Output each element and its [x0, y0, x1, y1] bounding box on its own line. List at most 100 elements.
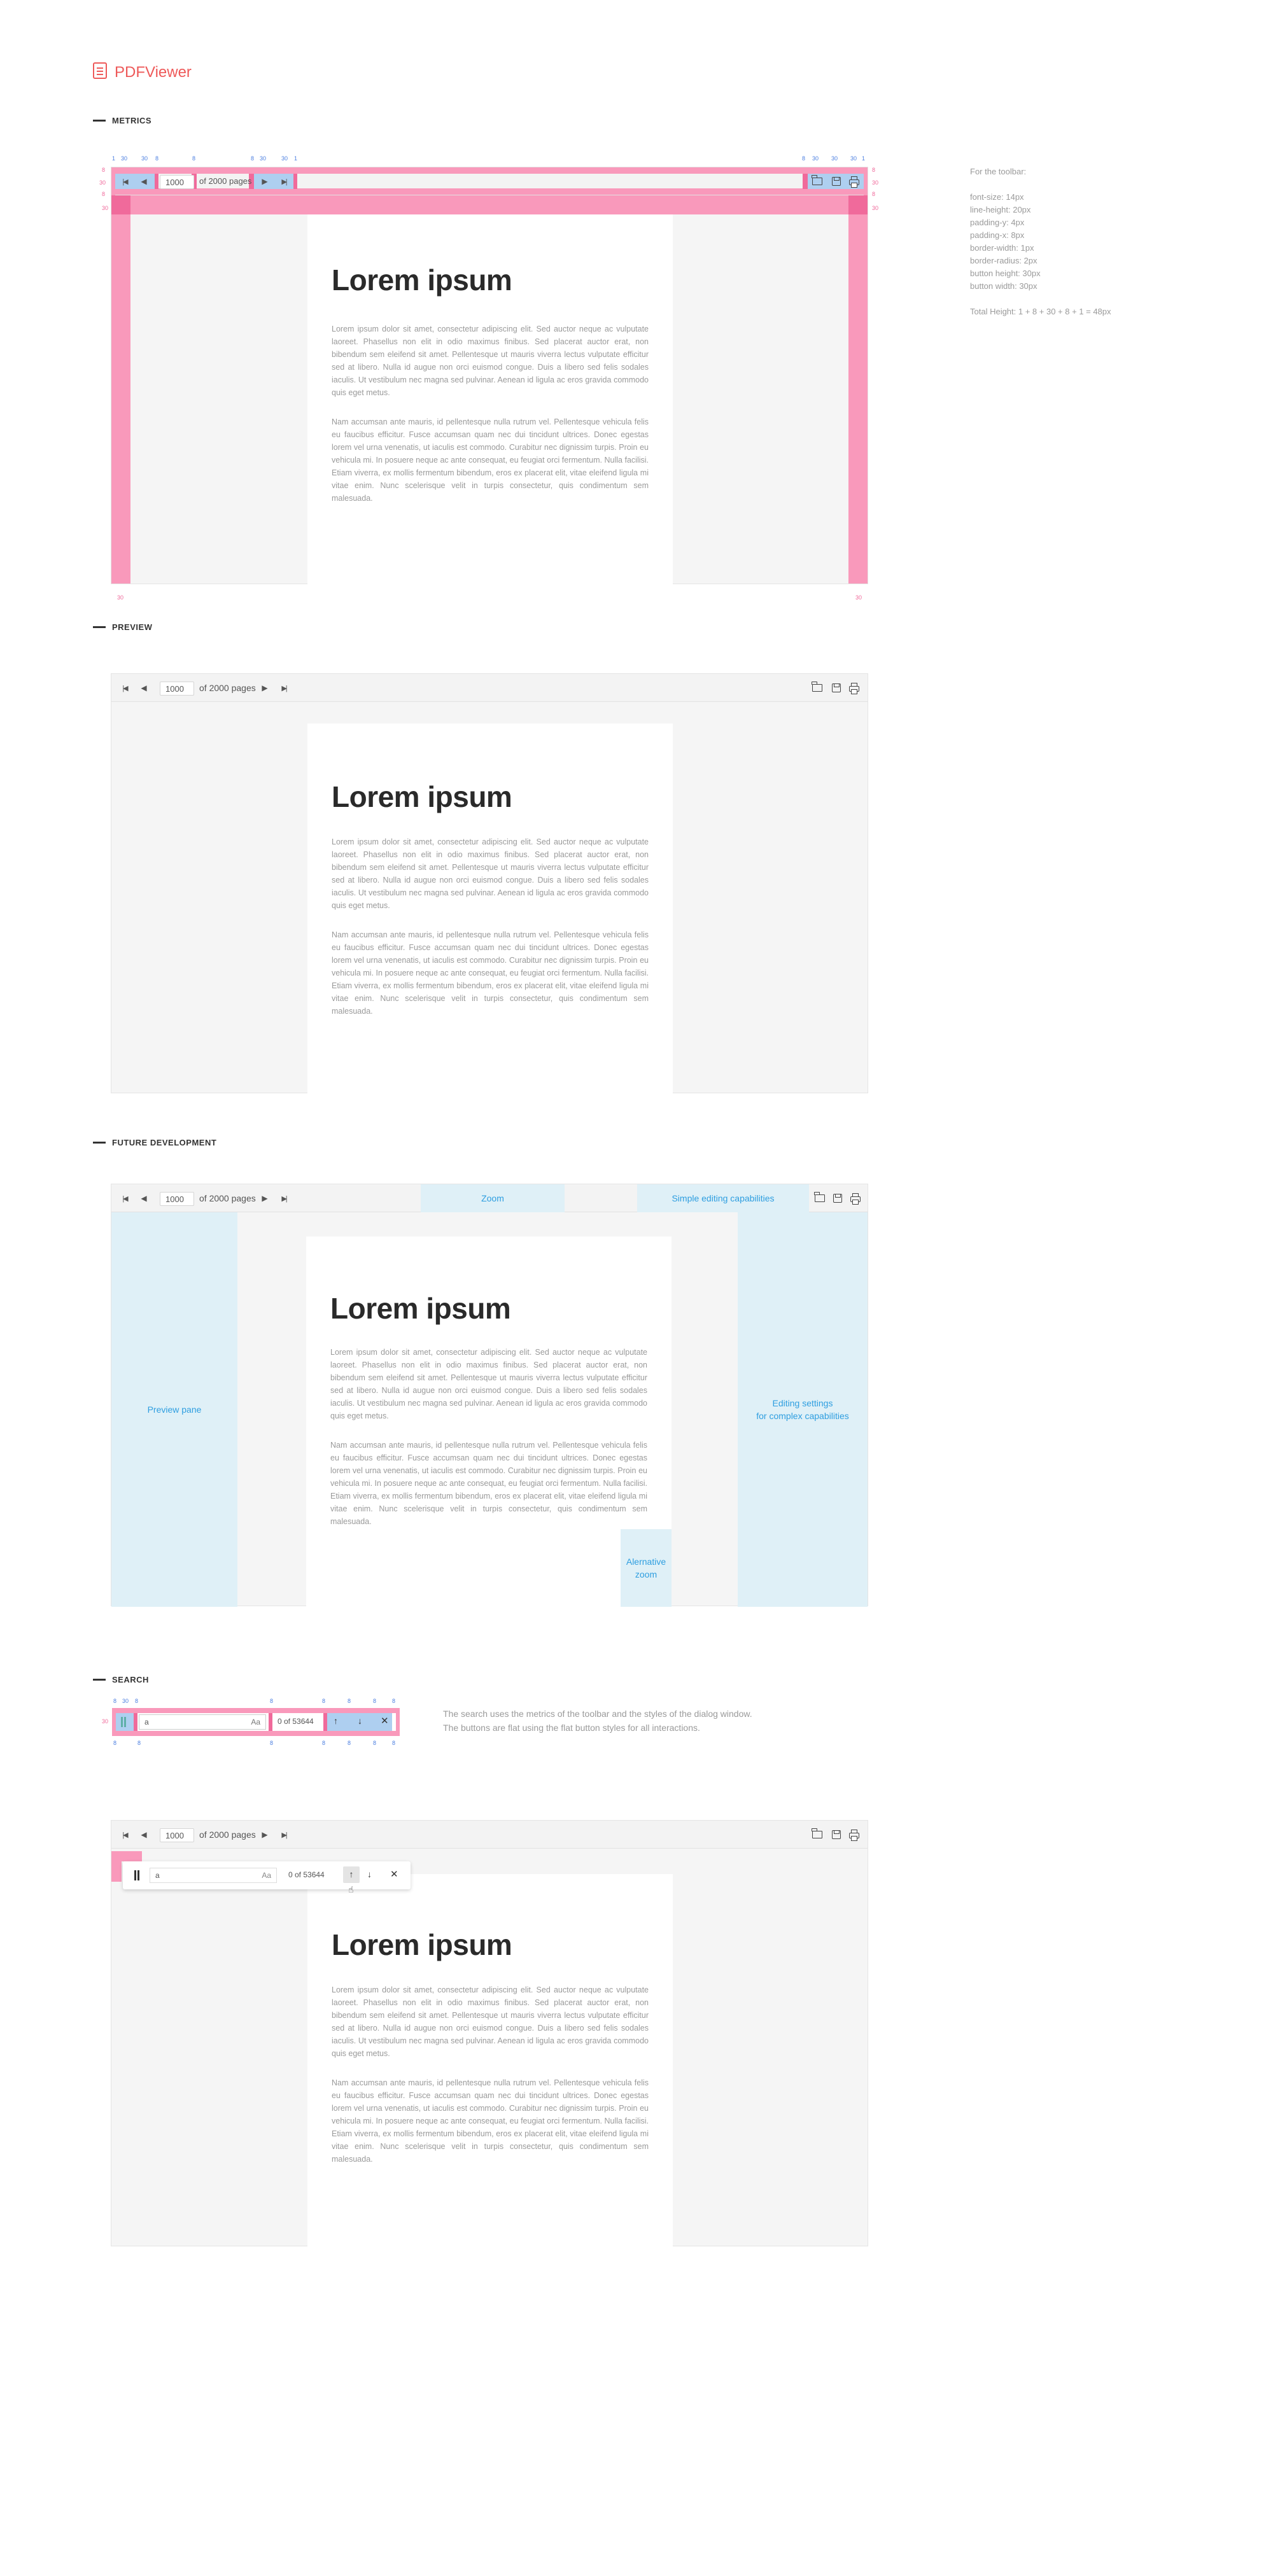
first-page-icon: |◀ — [122, 1194, 128, 1203]
metric-viewer-padding-right — [848, 195, 868, 584]
metric-label: 30 — [855, 594, 862, 601]
future-viewer: |◀ ◀ 1000 of 2000 pages ▶ ▶| Zoom Simple… — [111, 1184, 868, 1607]
metric-label: 8 — [348, 1740, 351, 1746]
search-input[interactable]: a Aa — [139, 1714, 266, 1730]
page-number-input[interactable]: 1000 — [160, 175, 194, 189]
search-close-icon[interactable]: ✕ — [381, 1715, 389, 1726]
metric-padding-bottom — [111, 188, 868, 195]
search-result-count: 0 of 53644 — [288, 1870, 325, 1879]
first-page-button[interactable]: |◀ — [115, 172, 134, 191]
next-page-button[interactable]: ▶ — [255, 172, 274, 191]
first-page-icon: |◀ — [122, 684, 128, 692]
search-prev-arrow-icon[interactable]: ↑ — [334, 1716, 338, 1726]
search-prev-arrow-icon[interactable]: ↑ — [343, 1866, 360, 1883]
toolbar: |◀ ◀ 1000 of 2000 pages ▶ ▶| Zoom Simple… — [111, 1184, 868, 1212]
metric-label: 8 — [137, 1740, 141, 1746]
search-close-icon[interactable]: ✕ — [390, 1868, 398, 1880]
spec-line: padding-y: 4px — [970, 218, 1025, 227]
metric-label: 8 — [392, 1740, 396, 1746]
first-page-button[interactable]: |◀ — [115, 1825, 134, 1844]
open-file-button[interactable] — [808, 172, 827, 191]
search-result-count: 0 of 53644 — [278, 1717, 314, 1726]
search-dialog: a Aa 0 of 53644 ↑ ↓ ✕ ☝ — [123, 1861, 411, 1894]
preview-viewer: |◀ ◀ 1000 of 2000 pages ▶ ▶| Lorem ipsum… — [111, 673, 868, 1094]
open-file-button[interactable] — [808, 678, 827, 697]
section-title-future-development: FUTURE DEVELOPMENT — [112, 1138, 217, 1147]
metric-padding-right — [396, 1708, 400, 1736]
last-page-button[interactable]: ▶| — [274, 678, 293, 697]
last-page-icon: ▶| — [281, 1831, 287, 1839]
first-page-button[interactable]: |◀ — [115, 678, 134, 697]
prev-page-button[interactable]: ◀ — [134, 1825, 153, 1844]
prev-page-button[interactable]: ◀ — [134, 678, 153, 697]
search-next-arrow-icon[interactable]: ↓ — [367, 1869, 372, 1879]
alternative-zoom-zone: Alernative zoom — [621, 1529, 672, 1607]
prev-page-icon: ◀ — [141, 1830, 147, 1839]
page-number-input[interactable]: 1000 — [160, 682, 194, 696]
save-button[interactable] — [827, 678, 846, 697]
folder-open-icon — [812, 175, 822, 185]
print-button[interactable] — [845, 678, 864, 697]
simple-editing-zone: Simple editing capabilities — [637, 1184, 809, 1212]
metric-label: 30 — [102, 205, 109, 211]
next-page-button[interactable]: ▶ — [255, 1189, 274, 1208]
last-page-button[interactable]: ▶| — [274, 1825, 293, 1844]
search-next-arrow-icon[interactable]: ↓ — [358, 1716, 362, 1726]
spec-gap — [970, 178, 1111, 191]
metric-label: 30 — [122, 1698, 129, 1704]
page-number-input[interactable]: 1000 — [160, 1828, 194, 1842]
save-icon — [832, 683, 841, 692]
next-page-button[interactable]: ▶ — [255, 678, 274, 697]
drag-handle-icon[interactable] — [134, 1870, 136, 1880]
page-number-input[interactable]: 1000 — [160, 1192, 194, 1206]
metric-label: 30 — [812, 155, 819, 162]
metric-label: 30 — [141, 155, 148, 162]
document-title: Lorem ipsum — [332, 263, 512, 297]
last-page-icon: ▶| — [281, 1194, 287, 1203]
spec-line: line-height: 20px — [970, 205, 1031, 214]
spec-line: button width: 30px — [970, 281, 1037, 291]
metric-label: 8 — [251, 155, 255, 162]
document-title: Lorem ipsum — [332, 1928, 512, 1961]
print-button[interactable] — [846, 1189, 865, 1208]
spec-line: Total Height: 1 + 8 + 30 + 8 + 1 = 48px — [970, 307, 1111, 316]
prev-page-button[interactable]: ◀ — [134, 1189, 153, 1208]
match-case-toggle[interactable]: Aa — [251, 1718, 260, 1726]
spec-line: button height: 30px — [970, 269, 1041, 278]
open-file-button[interactable] — [808, 1825, 827, 1844]
metric-label: 30 — [260, 155, 267, 162]
pdf-file-icon — [93, 62, 107, 79]
metric-padding-top — [112, 1708, 400, 1713]
save-button[interactable] — [827, 1825, 846, 1844]
metric-gap — [293, 174, 297, 189]
search-query: a — [155, 1871, 160, 1880]
metric-label: 30 — [872, 179, 879, 186]
print-button[interactable] — [845, 1825, 864, 1844]
search-input[interactable]: a Aa — [150, 1868, 277, 1883]
spec-line: font-size: 14px — [970, 192, 1024, 202]
zoom-zone: Zoom — [421, 1184, 565, 1212]
print-icon — [849, 1829, 859, 1841]
zone-label: Editing settings — [772, 1398, 833, 1408]
metric-corner — [111, 195, 130, 214]
document-page: Lorem ipsum Lorem ipsum dolor sit amet, … — [307, 724, 673, 1094]
folder-open-icon — [814, 1192, 825, 1202]
next-page-icon: ▶ — [262, 1830, 268, 1839]
document-paragraph: Nam accumsan ante mauris, id pellentesqu… — [332, 2078, 649, 2164]
save-button[interactable] — [828, 1189, 847, 1208]
next-page-button[interactable]: ▶ — [255, 1825, 274, 1844]
match-case-toggle[interactable]: Aa — [262, 1871, 271, 1880]
metric-drag-handle — [116, 1713, 134, 1731]
save-button[interactable] — [827, 172, 846, 191]
first-page-button[interactable]: |◀ — [115, 1189, 134, 1208]
last-page-button[interactable]: ▶| — [274, 1189, 293, 1208]
zone-label: Alernative — [626, 1557, 666, 1567]
open-file-button[interactable] — [810, 1189, 829, 1208]
metric-viewer-padding-left — [111, 195, 130, 584]
print-button[interactable] — [845, 172, 864, 191]
search-query: a — [144, 1718, 149, 1726]
prev-page-button[interactable]: ◀ — [134, 172, 153, 191]
metric-label: 30 — [102, 1718, 109, 1725]
metric-label: 8 — [135, 1698, 139, 1704]
last-page-button[interactable]: ▶| — [274, 172, 293, 191]
